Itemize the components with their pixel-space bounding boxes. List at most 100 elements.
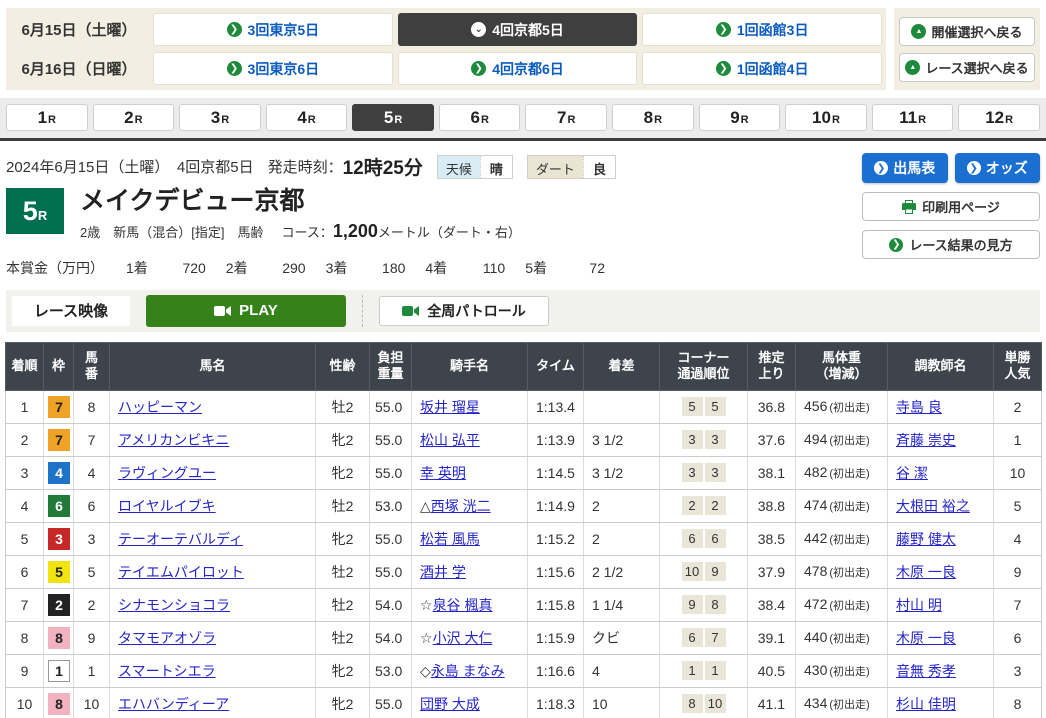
body-weight-cell: 474(初出走) <box>796 489 888 522</box>
shutsuba-button[interactable]: ❯ 出馬表 <box>862 153 948 183</box>
trainer-name-link[interactable]: 村山 明 <box>896 597 942 613</box>
trainer-cell: 木原 一良 <box>888 555 994 588</box>
race-results-table: 着順 枠 馬 番 馬名 性齢 負担 重量 騎手名 タイム 着差 コーナー 通過順… <box>5 342 1042 718</box>
win-favorite-rank: 5 <box>994 489 1042 522</box>
meeting-button[interactable]: ❯ 1回函館4日 <box>642 52 882 85</box>
finish-position: 6 <box>6 555 44 588</box>
race-tab[interactable]: 1R <box>6 104 88 131</box>
jockey-name-link[interactable]: 酒井 学 <box>420 564 466 580</box>
frame-number-badge: 8 <box>48 693 70 715</box>
body-weight-cell: 472(初出走) <box>796 588 888 621</box>
horse-name-link[interactable]: タマモアオゾラ <box>118 630 216 646</box>
horse-number: 3 <box>74 522 110 555</box>
finish-time: 1:15.8 <box>528 588 584 621</box>
horse-name-link[interactable]: スマートシエラ <box>118 663 216 679</box>
trainer-name-link[interactable]: 大根田 裕之 <box>896 498 970 514</box>
race-tab[interactable]: 6R <box>439 104 521 131</box>
horse-number: 6 <box>74 489 110 522</box>
corner-position-box: 3 <box>705 430 726 449</box>
horse-name-link[interactable]: シナモンショコラ <box>118 597 230 613</box>
jockey-name-link[interactable]: 小沢 大仁 <box>433 630 493 646</box>
meeting-button[interactable]: ❯ 3回東京6日 <box>153 52 393 85</box>
race-tab[interactable]: 11R <box>872 104 954 131</box>
table-header-cell: 馬 番 <box>74 342 110 390</box>
race-tab[interactable]: 2R <box>93 104 175 131</box>
win-favorite-rank: 10 <box>994 456 1042 489</box>
meeting-button[interactable]: ❯ 1回函館3日 <box>642 13 882 46</box>
horse-name-link[interactable]: テーオーテバルディ <box>118 531 243 547</box>
table-header-cell: 枠 <box>44 342 74 390</box>
trainer-name-link[interactable]: 木原 一良 <box>896 630 956 646</box>
jockey-name-link[interactable]: 泉谷 楓真 <box>433 597 493 613</box>
jockey-name-link[interactable]: 永島 まなみ <box>431 663 505 679</box>
how-to-read-button[interactable]: ❯ レース結果の見方 <box>862 230 1040 259</box>
course-label: コース： <box>281 222 332 241</box>
jockey-name-link[interactable]: 松山 弘平 <box>420 432 480 448</box>
race-tab-number: 2 <box>124 108 133 128</box>
jockey-name-link[interactable]: 松若 風馬 <box>420 531 480 547</box>
jockey-name-link[interactable]: 幸 英明 <box>420 465 466 481</box>
back-button[interactable]: ▲ 開催選択へ戻る <box>899 17 1035 46</box>
margin: 4 <box>584 654 660 687</box>
back-button[interactable]: ▲ レース選択へ戻る <box>899 53 1035 82</box>
win-favorite-rank: 3 <box>994 654 1042 687</box>
date-label: 6月16日（日曜） <box>10 58 148 79</box>
prize-item: 3着 180 <box>326 258 426 278</box>
finish-time: 1:18.3 <box>528 687 584 718</box>
sex-age: 牡2 <box>316 588 370 621</box>
prize-item: 2着 290 <box>226 258 326 278</box>
trainer-name-link[interactable]: 藤野 健太 <box>896 531 956 547</box>
horse-name-link[interactable]: ハッピーマン <box>118 399 202 415</box>
finish-time: 1:15.2 <box>528 522 584 555</box>
horse-name-link[interactable]: テイエムパイロット <box>118 564 244 580</box>
carried-weight: 53.0 <box>370 489 412 522</box>
prize-money-row: 本賞金（万円） 1着 720 2着 290 3着 180 <box>6 258 1040 278</box>
jockey-name-link[interactable]: 団野 大成 <box>420 696 480 712</box>
race-tab[interactable]: 8R <box>612 104 694 131</box>
trainer-name-link[interactable]: 寺島 良 <box>896 399 942 415</box>
trainer-name-link[interactable]: 木原 一良 <box>896 564 956 580</box>
body-weight-cell: 494(初出走) <box>796 423 888 456</box>
race-tab-number: 4 <box>297 108 306 128</box>
horse-name-link[interactable]: アメリカンビキニ <box>118 432 229 448</box>
body-weight-cell: 478(初出走) <box>796 555 888 588</box>
race-tab[interactable]: 10R <box>785 104 867 131</box>
result-row: 7 2 2 シナモンショコラ 牡2 54.0 ☆泉谷 楓真 1:15.8 1 1… <box>6 588 1042 621</box>
play-button[interactable]: PLAY <box>146 295 346 327</box>
odds-button[interactable]: ❯ オッズ <box>955 153 1041 183</box>
last-3f-time: 38.8 <box>748 489 796 522</box>
trainer-name-link[interactable]: 杉山 佳明 <box>896 696 956 712</box>
horse-name-cell: アメリカンビキニ <box>110 423 316 456</box>
horse-name-link[interactable]: ラヴィングユー <box>118 465 216 481</box>
meeting-button[interactable]: ❯ 3回東京5日 <box>153 13 393 46</box>
horse-name-link[interactable]: エハバンディーア <box>118 696 229 712</box>
finish-position: 1 <box>6 390 44 423</box>
corner-positions: 109 <box>660 555 748 588</box>
trainer-name-link[interactable]: 谷 潔 <box>896 465 928 481</box>
meeting-button[interactable]: ❯ 4回京都6日 <box>398 52 638 85</box>
margin: 3 1/2 <box>584 423 660 456</box>
frame-number-badge: 8 <box>48 627 70 649</box>
track-value: 良 <box>583 156 615 178</box>
race-tab[interactable]: 7R <box>525 104 607 131</box>
race-tab[interactable]: 4R <box>266 104 348 131</box>
race-tab[interactable]: 5R <box>352 104 434 131</box>
race-tab-number: 5 <box>384 108 393 128</box>
race-tab[interactable]: 12R <box>958 104 1040 131</box>
print-page-button[interactable]: 印刷用ページ <box>862 192 1040 221</box>
jockey-name-link[interactable]: 西塚 洸二 <box>431 498 491 514</box>
meeting-button[interactable]: ⌄ 4回京都5日 <box>398 13 638 46</box>
trainer-name-link[interactable]: 斉藤 崇史 <box>896 432 956 448</box>
race-tab[interactable]: 9R <box>699 104 781 131</box>
trainer-name-link[interactable]: 音無 秀孝 <box>896 663 956 679</box>
trainer-cell: 寺島 良 <box>888 390 994 423</box>
horse-name-link[interactable]: ロイヤルイブキ <box>118 498 216 514</box>
table-header-cell: 馬名 <box>110 342 316 390</box>
carried-weight: 55.0 <box>370 522 412 555</box>
jockey-allowance-mark: ☆ <box>420 597 433 613</box>
carried-weight: 55.0 <box>370 423 412 456</box>
patrol-video-button[interactable]: 全周パトロール <box>379 296 549 326</box>
jockey-name-link[interactable]: 坂井 瑠星 <box>420 399 480 415</box>
race-tab[interactable]: 3R <box>179 104 261 131</box>
meeting-nav-panel: 6月15日（土曜） ❯ 3回東京5日 ⌄ 4回京都5日 <box>6 8 886 90</box>
